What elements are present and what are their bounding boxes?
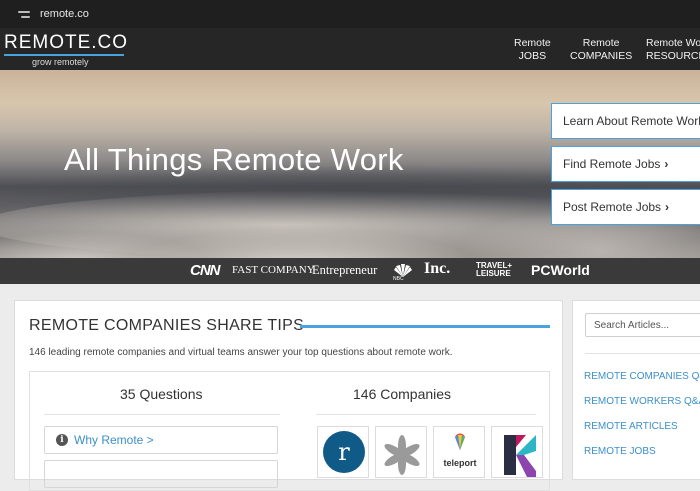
entrepreneur-logo: Entrepreneur [312,263,378,277]
nav-remote-jobs[interactable]: Remote JOBS [514,37,551,63]
section-title: REMOTE COMPANIES SHARE TIPS [29,317,305,334]
hero-banner: All Things Remote Work Learn About Remot… [0,70,700,258]
qa-box: 35 Questions 146 Companies i Why Remote … [29,371,550,491]
pcworld-logo: PCWorld [531,262,590,278]
questions-heading: 35 Questions [120,386,203,402]
cta-post-label: Post Remote Jobs [563,200,662,214]
next-question-button[interactable] [44,460,278,488]
questions-rule [44,414,280,415]
learn-about-remote-work-button[interactable]: Learn About Remote Work [551,103,700,139]
chevron-right-icon: › [665,200,670,214]
nbc-label: NBC [393,276,404,282]
press-logos-strip: CNN FAST COMPANY Entrepreneur NBC Inc. T… [0,258,700,284]
section-subtitle: 146 leading remote companies and virtual… [29,347,453,358]
cta-learn-label: Learn About Remote Work [563,114,700,128]
companies-rule [316,414,536,415]
logo-tagline: grow remotely [32,57,89,67]
cnn-logo: CNN [190,262,220,279]
find-remote-jobs-button[interactable]: Find Remote Jobs › [551,146,700,182]
sidebar-link-remote-companies-qa[interactable]: REMOTE COMPANIES Q&A [584,371,700,382]
info-icon: i [56,434,68,446]
company-tile-flower[interactable] [375,426,427,478]
nav-remote-jobs-line1: Remote [514,37,551,49]
company-tile-r[interactable]: r [317,426,369,478]
nav-resources-line2: RESOURCES [646,50,700,62]
inc-logo: Inc. [424,260,451,277]
sidebar-link-remote-articles[interactable]: REMOTE ARTICLES [584,421,678,432]
site-header: REMOTE.CO grow remotely Remote JOBS Remo… [0,28,700,70]
url-text[interactable]: remote.co [40,8,89,20]
flower-logo-icon [384,435,420,475]
sidebar-link-remote-workers-qa[interactable]: REMOTE WORKERS Q&A [584,396,700,407]
search-articles-input[interactable] [585,313,700,337]
nav-remote-jobs-line2: JOBS [518,50,547,62]
title-rule [300,325,550,328]
cta-find-label: Find Remote Jobs [563,157,661,171]
company-tile-teleport[interactable]: teleport [433,426,485,478]
travel-leisure-logo: TRAVEL+ LEISURE [476,262,512,278]
fast-company-logo: FAST COMPANY [232,264,315,276]
logo-underline [4,54,124,56]
hero-title: All Things Remote Work [64,142,404,177]
nav-remote-work-resources[interactable]: Remote Work RESOURCES [646,37,700,63]
site-logo[interactable]: REMOTE.CO grow remotely [4,33,128,67]
sidebar-link-remote-jobs[interactable]: REMOTE JOBS [584,446,656,457]
nav-remote-companies-line1: Remote [582,37,620,49]
nav-remote-companies-line2: COMPANIES [570,50,633,62]
company-tile-k[interactable] [491,426,543,478]
sidebar: REMOTE COMPANIES Q&A REMOTE WORKERS Q&A … [572,300,700,480]
sidebar-rule [585,353,700,354]
why-remote-button[interactable]: i Why Remote > [44,426,278,454]
k-logo-icon [504,435,536,477]
why-remote-label: Why Remote > [74,433,154,447]
logo-name: REMOTE.CO [4,32,129,53]
nbc-peacock-icon: NBC [392,263,414,284]
chevron-right-icon: › [664,157,669,171]
nav-resources-line1: Remote Work [646,37,700,49]
nav-remote-companies[interactable]: Remote COMPANIES [570,37,632,63]
browser-address-bar[interactable]: remote.co [0,0,700,28]
leisure-label: LEISURE [476,269,511,278]
companies-heading: 146 Companies [353,386,452,402]
remote-companies-tips-section: REMOTE COMPANIES SHARE TIPS 146 leading … [14,300,563,491]
post-remote-jobs-button[interactable]: Post Remote Jobs › [551,189,700,225]
teleport-balloon-icon [455,433,465,450]
site-settings-icon[interactable] [18,7,32,21]
